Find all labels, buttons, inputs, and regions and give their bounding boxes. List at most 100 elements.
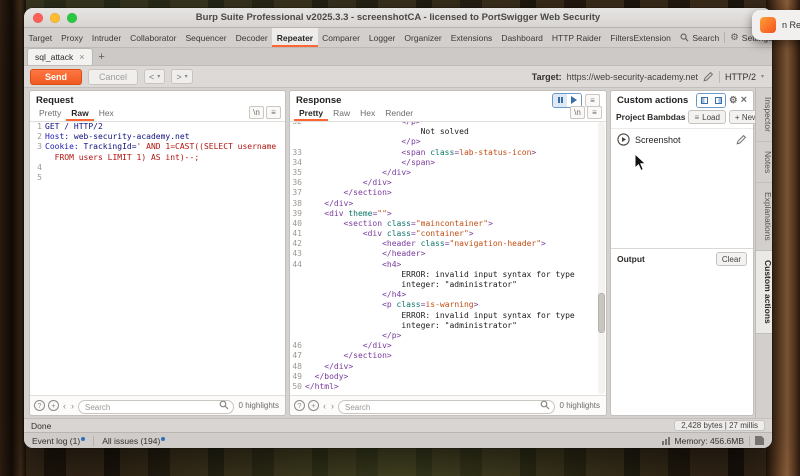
tab-target[interactable]: Target bbox=[24, 28, 57, 47]
clear-output-button[interactable]: Clear bbox=[716, 252, 747, 266]
save-disk-icon[interactable] bbox=[755, 436, 764, 445]
close-tab-icon[interactable]: × bbox=[79, 52, 84, 62]
side-tab-notes[interactable]: Notes bbox=[756, 142, 772, 183]
line-number bbox=[290, 331, 305, 341]
custom-action-item[interactable]: Screenshot bbox=[611, 129, 753, 150]
editor-menu-icon[interactable]: ≡ bbox=[587, 106, 602, 119]
request-search-bar: ? + ‹ › 0 highlights bbox=[30, 395, 285, 415]
search-options-icon[interactable]: + bbox=[48, 400, 59, 411]
response-menu-icon[interactable]: ≡ bbox=[585, 94, 600, 107]
history-back-button[interactable]: < ▾ bbox=[144, 69, 165, 84]
tab-collaborator[interactable]: Collaborator bbox=[126, 28, 181, 47]
tab-sequencer[interactable]: Sequencer bbox=[181, 28, 231, 47]
code-line: 48 </div> bbox=[290, 362, 606, 372]
all-issues-button[interactable]: All issues (194) bbox=[102, 436, 165, 446]
search-help-icon[interactable]: ? bbox=[294, 400, 305, 411]
response-scrollbar[interactable] bbox=[598, 122, 605, 394]
editor-menu-icon[interactable]: ≡ bbox=[266, 106, 281, 119]
edit-action-icon[interactable] bbox=[736, 134, 747, 145]
code-line: FROM users LIMIT 1) AS int)--; bbox=[30, 153, 285, 163]
close-window-button[interactable] bbox=[33, 13, 43, 23]
side-tab-explanations[interactable]: Explanations bbox=[756, 183, 772, 251]
search-help-icon[interactable]: ? bbox=[34, 400, 45, 411]
response-view-pretty[interactable]: Pretty bbox=[294, 106, 328, 121]
dock-right-icon[interactable] bbox=[711, 94, 725, 107]
show-newlines-icon[interactable]: \n bbox=[249, 106, 264, 119]
minimize-window-button[interactable] bbox=[50, 13, 60, 23]
load-bambda-button[interactable]: ≡ Load bbox=[688, 110, 725, 124]
response-highlight-count: 0 highlights bbox=[558, 401, 602, 410]
line-number: 36 bbox=[290, 178, 305, 188]
notification-text: n Re bbox=[782, 20, 800, 30]
divider bbox=[749, 436, 750, 446]
dock-left-icon[interactable] bbox=[697, 94, 711, 107]
cancel-button[interactable]: Cancel bbox=[88, 69, 138, 85]
next-match-icon[interactable]: › bbox=[70, 401, 75, 411]
request-search-input[interactable] bbox=[78, 400, 234, 414]
line-number bbox=[30, 153, 45, 163]
scrollbar-thumb[interactable] bbox=[598, 293, 605, 333]
code-line: 38 </div> bbox=[290, 199, 606, 209]
tab-http-raider[interactable]: HTTP Raider bbox=[547, 28, 605, 47]
event-log-button[interactable]: Event log (1) bbox=[32, 436, 85, 446]
prev-match-icon[interactable]: ‹ bbox=[62, 401, 67, 411]
unread-badge bbox=[161, 437, 165, 441]
bottom-bar: Event log (1) All issues (194) Memory: 4… bbox=[24, 432, 772, 448]
tab-proxy[interactable]: Proxy bbox=[57, 28, 88, 47]
history-forward-button[interactable]: > ▾ bbox=[171, 69, 192, 84]
play-icon[interactable] bbox=[567, 94, 581, 107]
code-line: 42 <header class="navigation-header"> bbox=[290, 239, 606, 249]
code-line: </h4> bbox=[290, 290, 606, 300]
response-view-raw[interactable]: Raw bbox=[328, 106, 355, 121]
prev-match-icon[interactable]: ‹ bbox=[322, 401, 327, 411]
project-bambdas-label: Project Bambdas bbox=[616, 112, 685, 122]
titlebar[interactable]: Burp Suite Professional v2025.3.3 - scre… bbox=[24, 8, 772, 28]
line-number bbox=[290, 311, 305, 321]
tab-intruder[interactable]: Intruder bbox=[87, 28, 125, 47]
screen-recording-icon bbox=[760, 17, 776, 33]
main-tab-list: TargetProxyIntruderCollaboratorSequencer… bbox=[24, 28, 675, 47]
line-number: 33 bbox=[290, 148, 305, 158]
zoom-window-button[interactable] bbox=[67, 13, 77, 23]
tab-decoder[interactable]: Decoder bbox=[231, 28, 272, 47]
global-search-button[interactable]: Search bbox=[675, 33, 724, 43]
tree-trunk-left bbox=[0, 0, 26, 476]
request-view-raw[interactable]: Raw bbox=[66, 106, 93, 121]
http-version-selector[interactable]: HTTP/2 bbox=[725, 72, 756, 82]
show-newlines-icon[interactable]: \n bbox=[570, 106, 585, 119]
pause-icon[interactable] bbox=[553, 94, 567, 107]
side-tab-custom-actions[interactable]: Custom actions bbox=[756, 251, 772, 334]
menu-icon: ≡ bbox=[694, 113, 699, 122]
tab-repeater[interactable]: Repeater bbox=[272, 28, 317, 47]
response-search-input[interactable] bbox=[338, 400, 555, 414]
line-number: 44 bbox=[290, 260, 305, 270]
next-match-icon[interactable]: › bbox=[330, 401, 335, 411]
new-repeater-tab-button[interactable]: + bbox=[93, 49, 111, 65]
forward-arrow-icon: > bbox=[176, 72, 181, 82]
repeater-tab-sql-attack[interactable]: sql_attack × bbox=[27, 48, 93, 65]
tab-logger[interactable]: Logger bbox=[364, 28, 399, 47]
tab-extensions[interactable]: Extensions bbox=[446, 28, 497, 47]
request-view-hex[interactable]: Hex bbox=[94, 106, 119, 121]
line-number: 41 bbox=[290, 229, 305, 239]
request-editor[interactable]: 1GET / HTTP/22Host: web-security-academy… bbox=[30, 122, 285, 394]
side-tab-inspector[interactable]: Inspector bbox=[756, 88, 772, 142]
code-line: </p> bbox=[290, 137, 606, 147]
request-view-pretty[interactable]: Pretty bbox=[34, 106, 66, 121]
run-action-icon[interactable] bbox=[617, 133, 630, 146]
response-view-hex[interactable]: Hex bbox=[355, 106, 380, 121]
tab-comparer[interactable]: Comparer bbox=[318, 28, 365, 47]
code-line: 1GET / HTTP/2 bbox=[30, 122, 285, 132]
tab-dashboard[interactable]: Dashboard bbox=[497, 28, 548, 47]
line-number: 46 bbox=[290, 341, 305, 351]
tab-organizer[interactable]: Organizer bbox=[400, 28, 446, 47]
close-panel-icon[interactable]: × bbox=[741, 95, 747, 105]
search-options-icon[interactable]: + bbox=[308, 400, 319, 411]
response-editor[interactable]: 32 </p> Not solved </p>33 <span class=la… bbox=[290, 122, 606, 394]
custom-actions-settings-icon[interactable]: ⚙ bbox=[729, 95, 738, 106]
edit-target-icon[interactable] bbox=[703, 71, 714, 82]
tab-filtersextension[interactable]: FiltersExtension bbox=[606, 28, 675, 47]
repeater-tab-strip: sql_attack × + bbox=[24, 48, 772, 66]
response-view-render[interactable]: Render bbox=[380, 106, 418, 121]
send-button[interactable]: Send bbox=[30, 69, 82, 85]
